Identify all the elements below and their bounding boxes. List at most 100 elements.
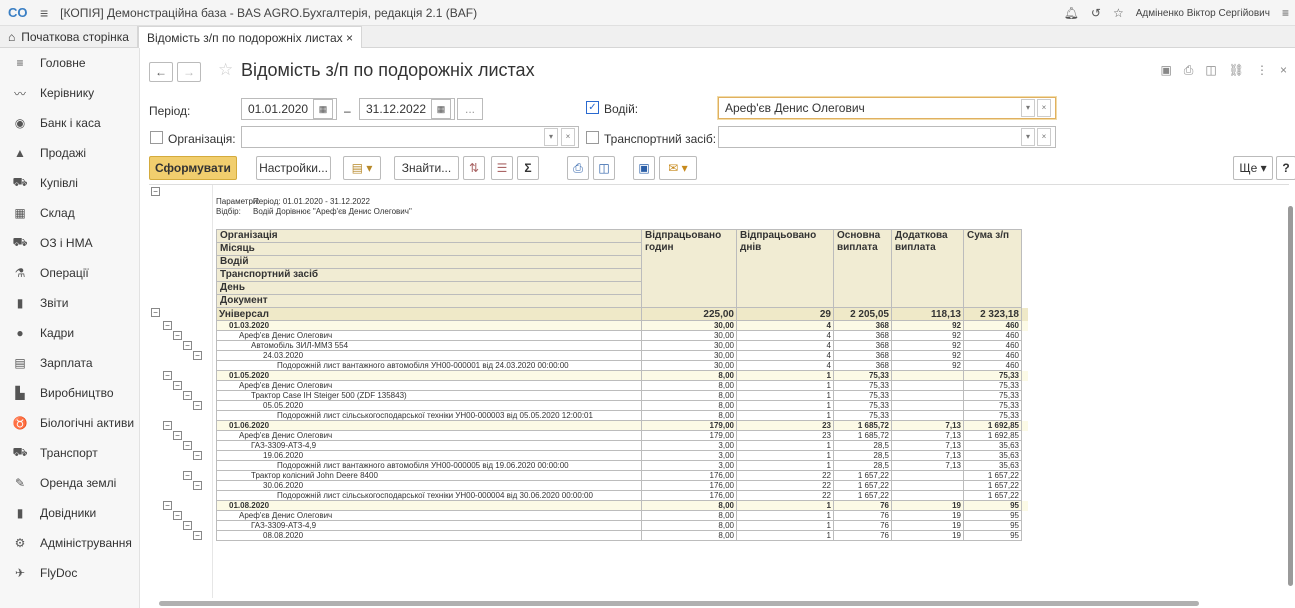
collapse-row-toggle-icon[interactable]: − — [173, 381, 182, 390]
cell-value[interactable]: 460 — [963, 350, 1022, 361]
row-name[interactable]: Подорожній лист сільськогосподарської те… — [216, 410, 642, 421]
org-dropdown-icon[interactable]: ▾ — [544, 128, 558, 146]
variants-dropdown-icon[interactable]: ▤ ▾ — [343, 156, 381, 180]
sum-icon[interactable]: Σ — [517, 156, 539, 180]
collapse-row-toggle-icon[interactable]: − — [193, 531, 202, 540]
row-name[interactable]: 01.03.2020 — [216, 320, 642, 331]
table-row[interactable]: 08.08.2020 8,00 1 76 19 95 — [216, 530, 1029, 541]
cell-value[interactable]: 95 — [963, 530, 1022, 541]
row-name[interactable]: Ареф'єв Денис Олегович — [216, 380, 642, 391]
row-name[interactable]: Ареф'єв Денис Олегович — [216, 430, 642, 441]
cell-value[interactable]: 19 — [891, 500, 964, 511]
sidebar-item-13[interactable]: ⛟ Транспорт — [0, 438, 139, 468]
cell-value[interactable]: 1 — [736, 380, 834, 391]
org-checkbox[interactable] — [150, 131, 163, 144]
date-to-calendar-icon[interactable]: ▦ — [431, 99, 451, 119]
sidebar-item-1[interactable]: 〰 Керівнику — [0, 78, 139, 108]
cell-value[interactable]: 8,00 — [641, 520, 737, 531]
cell-value[interactable]: 4 — [736, 320, 834, 331]
table-row[interactable]: 01.08.2020 8,00 1 76 19 95 — [216, 500, 1028, 511]
sidebar-item-4[interactable]: ⛟ Купівлі — [0, 168, 139, 198]
collapse-row-toggle-icon[interactable]: − — [193, 351, 202, 360]
cell-value[interactable]: 1 657,22 — [963, 480, 1022, 491]
table-row[interactable]: Трактор колісний John Deere 8400 176,00 22… — [216, 470, 1029, 481]
cell-value[interactable]: 4 — [736, 350, 834, 361]
cell-value[interactable]: 3,00 — [641, 450, 737, 461]
sidebar-item-11[interactable]: ▙ Виробництво — [0, 378, 139, 408]
cell-value[interactable]: 92 — [891, 350, 964, 361]
date-from-calendar-icon[interactable]: ▦ — [313, 99, 333, 119]
cell-value[interactable]: 75,33 — [963, 380, 1022, 391]
close-icon[interactable]: × — [1280, 63, 1287, 78]
table-row[interactable]: Ареф'єв Денис Олегович 8,00 1 76 19 95 — [216, 510, 1029, 521]
sidebar-item-8[interactable]: ▮ Звіти — [0, 288, 139, 318]
cell-value[interactable]: 30,00 — [641, 340, 737, 351]
forward-button[interactable]: → — [177, 62, 201, 82]
cell-value[interactable]: 2 205,05 — [833, 307, 892, 321]
vehicle-dropdown-icon[interactable]: ▾ — [1021, 128, 1035, 146]
row-name[interactable]: 24.03.2020 — [216, 350, 642, 361]
collapse-row-toggle-icon[interactable]: − — [173, 431, 182, 440]
table-row[interactable]: Універсал 225,00 29 2 205,05 118,13 2 323,18 — [216, 307, 1028, 321]
cell-value[interactable]: 75,33 — [833, 390, 892, 401]
cell-value[interactable]: 75,33 — [833, 400, 892, 411]
cell-value[interactable]: 4 — [736, 330, 834, 341]
org-clear-icon[interactable]: × — [561, 128, 575, 146]
collapse-row-toggle-icon[interactable]: − — [183, 391, 192, 400]
cell-value[interactable]: 1 — [736, 390, 834, 401]
cell-value[interactable]: 75,33 — [963, 400, 1022, 411]
cell-value[interactable]: 1 — [736, 460, 834, 471]
driver-checkbox[interactable]: ✓ — [586, 101, 599, 114]
period-select-button[interactable]: ... — [457, 98, 483, 120]
settings-button[interactable]: Настройки... — [256, 156, 331, 180]
vertical-scroll-thumb[interactable] — [1288, 206, 1293, 586]
cell-value[interactable]: 8,00 — [641, 370, 737, 381]
cell-value[interactable]: 3,00 — [641, 440, 737, 451]
cell-value[interactable]: 7,13 — [891, 440, 964, 451]
cell-value[interactable]: 75,33 — [963, 370, 1022, 381]
preview-button-icon[interactable]: ◫ — [593, 156, 615, 180]
cell-value[interactable]: 1 692,85 — [963, 430, 1022, 441]
row-name[interactable]: ГАЗ-3309-АТЗ-4,9 — [216, 520, 642, 531]
more-vertical-icon[interactable]: ⋮ — [1256, 63, 1268, 78]
cell-value[interactable]: 1 — [736, 450, 834, 461]
table-row[interactable]: 19.06.2020 3,00 1 28,5 7,13 35,63 — [216, 450, 1029, 461]
sidebar-item-6[interactable]: ⛟ ОЗ і НМА — [0, 228, 139, 258]
column-header[interactable]: Відпрацьовано днів — [736, 229, 834, 308]
horizontal-scroll-thumb[interactable] — [159, 601, 1199, 606]
history-icon[interactable]: ↺ — [1091, 6, 1101, 20]
sidebar-item-5[interactable]: ▦ Склад — [0, 198, 139, 228]
column-header[interactable]: Сума з/п — [963, 229, 1022, 308]
cell-value[interactable]: 75,33 — [833, 380, 892, 391]
favorites-icon[interactable]: ☆ — [1113, 6, 1124, 20]
cell-value[interactable]: 30,00 — [641, 330, 737, 341]
cell-value[interactable]: 1 — [736, 400, 834, 411]
table-row[interactable]: 24.03.2020 30,00 4 368 92 460 — [216, 350, 1029, 361]
cell-value[interactable]: 22 — [736, 470, 834, 481]
cell-value[interactable] — [891, 480, 964, 491]
cell-value[interactable]: 76 — [833, 530, 892, 541]
row-name[interactable]: Подорожній лист вантажного автомобіля УН… — [216, 360, 642, 371]
driver-dropdown-icon[interactable]: ▾ — [1021, 99, 1035, 117]
cell-value[interactable]: 8,00 — [641, 510, 737, 521]
table-row[interactable]: Трактор Case IH Steiger 500 (ZDF 135843)… — [216, 390, 1029, 401]
collapse-row-toggle-icon[interactable]: − — [163, 371, 172, 380]
cell-value[interactable]: 118,13 — [891, 307, 964, 321]
cell-value[interactable]: 368 — [833, 330, 892, 341]
cell-value[interactable]: 3,00 — [641, 460, 737, 471]
cell-value[interactable]: 92 — [891, 330, 964, 341]
collapse-row-toggle-icon[interactable]: − — [163, 321, 172, 330]
preview-icon[interactable]: ◫ — [1205, 63, 1216, 78]
cell-value[interactable]: 7,13 — [891, 430, 964, 441]
table-row[interactable]: Подорожній лист вантажного автомобіля УН… — [216, 360, 1029, 371]
cell-value[interactable]: 225,00 — [641, 307, 737, 321]
row-name[interactable]: ГАЗ-3309-АТЗ-4,9 — [216, 440, 642, 451]
report-area[interactable]: − − − − − − − − − − − − − − − − − − − − Параметри:Період: 0… — [149, 184, 1289, 598]
row-name[interactable]: 08.08.2020 — [216, 530, 642, 541]
collapse-row-toggle-icon[interactable]: − — [183, 471, 192, 480]
help-button[interactable]: ? — [1276, 156, 1295, 180]
cell-value[interactable]: 7,13 — [891, 420, 964, 431]
cell-value[interactable]: 1 — [736, 500, 834, 511]
collapse-row-toggle-icon[interactable]: − — [173, 331, 182, 340]
sidebar-item-12[interactable]: ♉ Біологічні активи — [0, 408, 139, 438]
